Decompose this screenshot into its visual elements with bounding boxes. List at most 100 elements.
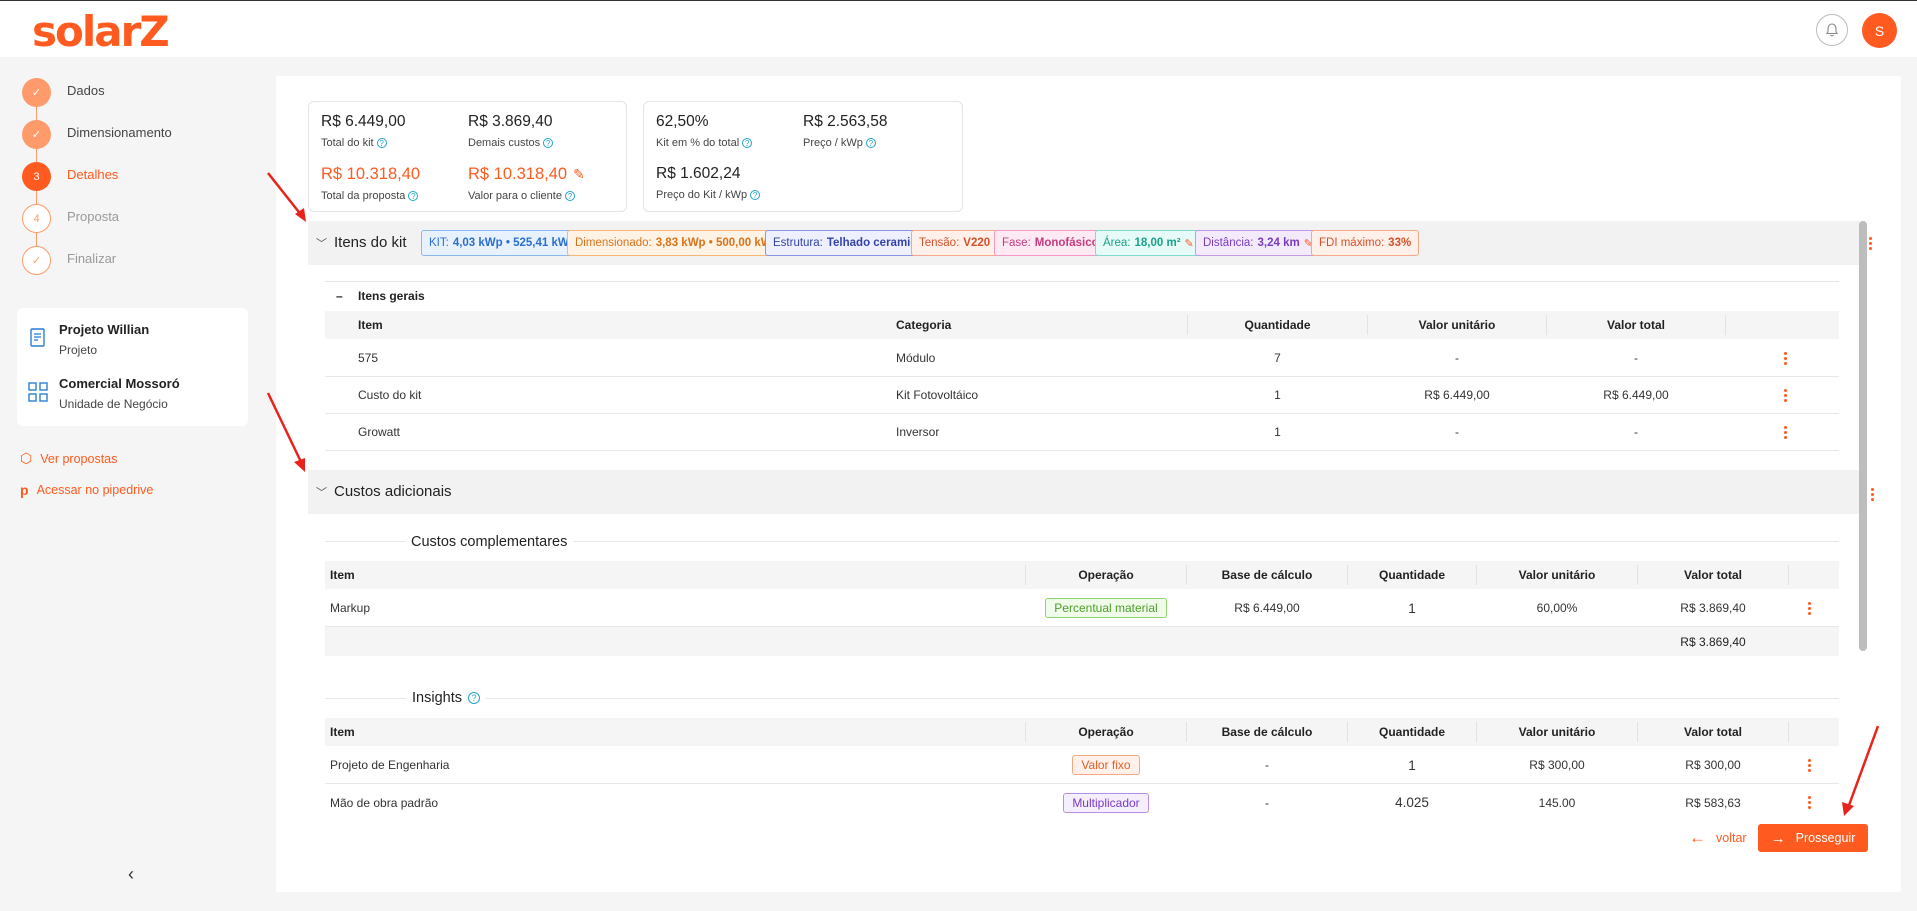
step-proposta[interactable]: 4 Proposta (22, 204, 172, 246)
help-icon[interactable]: ? (408, 191, 419, 201)
complementary-total-row: R$ 3.869,40 (325, 627, 1839, 656)
other-costs-label: Demais custos (468, 137, 541, 149)
row-total-value: R$ 6.449,00 (1603, 388, 1669, 402)
insights-table-header: Item Operação Base de cálculo Quantidade… (325, 718, 1839, 746)
kit-pct-value: 62,50% (656, 113, 709, 130)
step-detalhes[interactable]: 3 Detalhes (22, 162, 172, 204)
help-icon[interactable]: ? (564, 191, 575, 201)
step-number: 3 (22, 162, 51, 191)
col-base: Base de cálculo (1221, 725, 1313, 739)
row-unit-value: - (1455, 351, 1459, 365)
help-icon[interactable]: ? (742, 138, 753, 148)
row-item: Markup (330, 601, 371, 615)
col-item: Item (358, 318, 383, 332)
items-group-header[interactable]: – Itens gerais (336, 289, 425, 303)
collapse-sidebar-icon[interactable]: ‹ (128, 864, 134, 885)
costs-section-header[interactable]: ﹀ Custos adicionais (308, 470, 1874, 514)
insights-title: Insights (412, 690, 462, 706)
row-base: R$ 6.449,00 (1234, 601, 1300, 615)
row-total-value: R$ 300,00 (1685, 758, 1741, 772)
col-operation: Operação (1078, 568, 1134, 582)
row-menu-icon[interactable] (1807, 602, 1811, 617)
operation-badge: Valor fixo (1072, 755, 1140, 775)
row-unit-value: R$ 6.449,00 (1424, 388, 1490, 402)
items-group-title: Itens gerais (358, 289, 425, 303)
step-connector (36, 107, 37, 120)
step-finalizar[interactable]: ✓ Finalizar (22, 246, 172, 288)
main-panel: R$ 6.449,00 Total do kit? R$ 3.869,40 De… (276, 76, 1901, 892)
step-dados[interactable]: ✓ Dados (22, 78, 172, 120)
row-unit-value: R$ 300,00 (1529, 758, 1585, 772)
row-menu-icon[interactable] (1783, 352, 1787, 367)
wizard-steps: ✓ Dados ✓ Dimensionamento 3 Detalhes 4 P… (22, 78, 172, 288)
step-number: 4 (22, 204, 51, 233)
row-total-value: - (1634, 351, 1638, 365)
col-total-value: Valor total (1606, 318, 1665, 332)
proceed-button[interactable]: → Prosseguir (1758, 824, 1868, 852)
step-label: Finalizar (67, 251, 117, 266)
step-dimensionamento[interactable]: ✓ Dimensionamento (22, 120, 172, 162)
kit-table-header: Item Categoria Quantidade Valor unitário… (325, 311, 1839, 339)
divider (325, 281, 1839, 282)
kit-section-title: Itens do kit (334, 234, 407, 251)
kit-pct-label: Kit em % do total (656, 137, 740, 149)
pipedrive-link[interactable]: p Acessar no pipedrive (20, 482, 153, 498)
help-icon[interactable]: ? (865, 138, 876, 148)
col-item: Item (330, 725, 355, 739)
user-avatar[interactable]: S (1862, 13, 1897, 48)
kit-total-value: R$ 6.449,00 (321, 113, 406, 130)
row-menu-icon[interactable] (1783, 426, 1787, 441)
solarz-logo[interactable]: solarZ (32, 7, 170, 56)
row-item: Growatt (358, 425, 401, 439)
complementary-total-value: R$ 3.869,40 (1680, 634, 1746, 649)
edit-pencil-icon[interactable]: ✎ (1185, 237, 1194, 250)
col-operation: Operação (1078, 725, 1134, 739)
chevron-down-icon[interactable]: ﹀ (316, 235, 327, 251)
step-label: Dimensionamento (67, 125, 172, 140)
notification-bell-icon[interactable] (1816, 14, 1848, 46)
back-label: voltar (1716, 831, 1747, 845)
view-proposals-link[interactable]: ⬡ Ver propostas (20, 450, 117, 467)
kit-section-header[interactable]: ﹀ Itens do kit KIT: 4,03 kWp • 525,41 kWh… (308, 221, 1872, 265)
kit-price-kwp-label: Preço do Kit / kWp (656, 189, 748, 201)
row-total-value: R$ 3.869,40 (1680, 601, 1746, 615)
row-menu-icon[interactable] (1807, 759, 1811, 774)
arrow-right-icon: → (1770, 829, 1786, 847)
proposal-total-label: Total da proposta (321, 190, 406, 202)
client-value-label: Valor para o cliente (468, 190, 562, 202)
col-total-value: Valor total (1683, 725, 1742, 739)
table-row: Projeto de Engenharia Valor fixo - 1 R$ … (325, 747, 1839, 784)
kit-section-menu-icon[interactable] (1868, 237, 1872, 252)
business-unit-label: Unidade de Negócio (59, 397, 168, 411)
step-connector (36, 149, 37, 162)
scrollbar[interactable] (1859, 221, 1867, 651)
help-icon[interactable]: ? (543, 138, 554, 148)
insights-header: Insights ? (406, 690, 486, 706)
row-quantity: 1 (1408, 757, 1416, 773)
help-icon[interactable]: ? (750, 190, 761, 200)
summary-card-ratios: 62,50% Kit em % do total? R$ 2.563,58 Pr… (643, 101, 963, 212)
row-base: - (1265, 795, 1269, 810)
costs-section-title: Custos adicionais (334, 483, 452, 500)
row-category: Inversor (896, 425, 940, 439)
document-icon (30, 328, 45, 347)
grid-icon (28, 382, 48, 402)
row-category: Kit Fotovoltáico (896, 388, 979, 402)
row-menu-icon[interactable] (1807, 796, 1811, 811)
arrow-left-icon: ← (1689, 828, 1706, 847)
col-unit-value: Valor unitário (1518, 725, 1596, 739)
help-icon[interactable]: ? (376, 138, 387, 148)
step-label: Detalhes (67, 167, 119, 182)
costs-section-menu-icon[interactable] (1870, 488, 1874, 503)
collapse-toggle-icon[interactable]: – (336, 289, 358, 303)
table-row: Growatt Inversor 1 - - (325, 414, 1839, 451)
row-quantity: 1 (1274, 388, 1281, 402)
chevron-down-icon[interactable]: ﹀ (316, 484, 327, 500)
edit-pencil-icon[interactable]: ✎ (573, 166, 585, 182)
help-icon[interactable]: ? (467, 692, 480, 704)
box-icon: ⬡ (20, 450, 33, 466)
row-unit-value: - (1455, 425, 1459, 439)
chip-fase: Fase: Monofásico (994, 230, 1107, 256)
back-button[interactable]: ← voltar (1689, 828, 1747, 848)
row-menu-icon[interactable] (1783, 389, 1787, 404)
